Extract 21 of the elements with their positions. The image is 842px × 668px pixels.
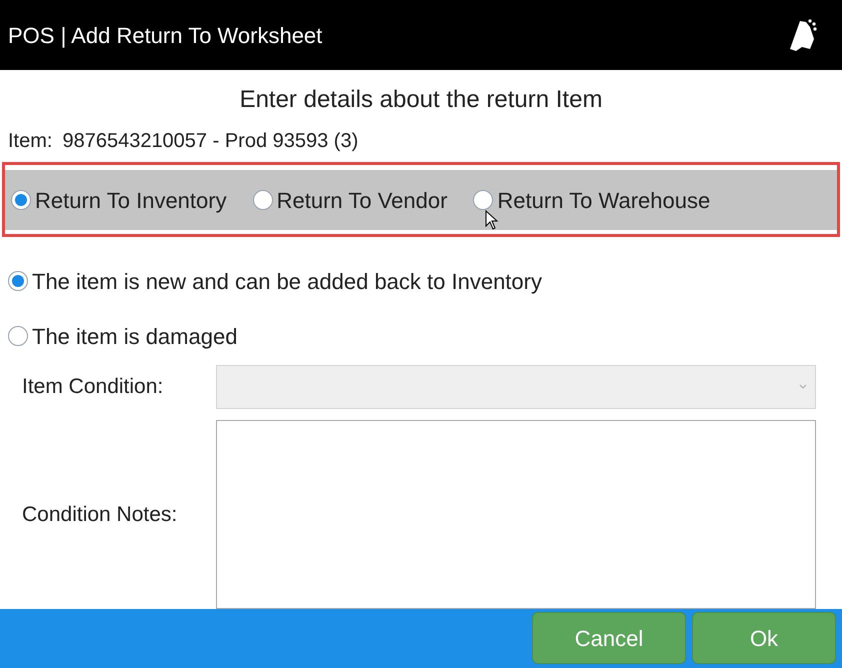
field-label: Condition Notes:: [22, 502, 178, 528]
item-value: 9876543210057 - Prod 93593 (3): [62, 129, 358, 154]
dialog-button[interactable]: Ok: [692, 612, 836, 664]
radio-button[interactable]: [11, 190, 31, 210]
dialog-heading: Enter details about the return Item: [240, 85, 602, 115]
radio-button[interactable]: [252, 190, 273, 210]
radio-label: The item is damaged: [32, 322, 238, 351]
radio-label: The item is new and can be added back to Inventory: [32, 268, 542, 296]
radio-button[interactable]: [8, 271, 28, 292]
item-label: Item:: [8, 129, 52, 154]
radio-label: Return To Inventory: [35, 186, 227, 215]
radio-button[interactable]: [473, 190, 494, 210]
radio-label: Return To Warehouse: [497, 186, 710, 214]
radio-label: Return To Vendor: [276, 186, 448, 214]
window-title: POS | Add Return To Worksheet: [8, 22, 322, 50]
dialog-button[interactable]: Cancel: [532, 612, 686, 664]
chevron-down-icon: [799, 384, 807, 390]
mouse-cursor-icon: [485, 210, 499, 230]
radio-button[interactable]: [8, 326, 28, 346]
condition-notes-field[interactable]: [216, 420, 816, 609]
field-label: Item Condition:: [22, 374, 164, 400]
